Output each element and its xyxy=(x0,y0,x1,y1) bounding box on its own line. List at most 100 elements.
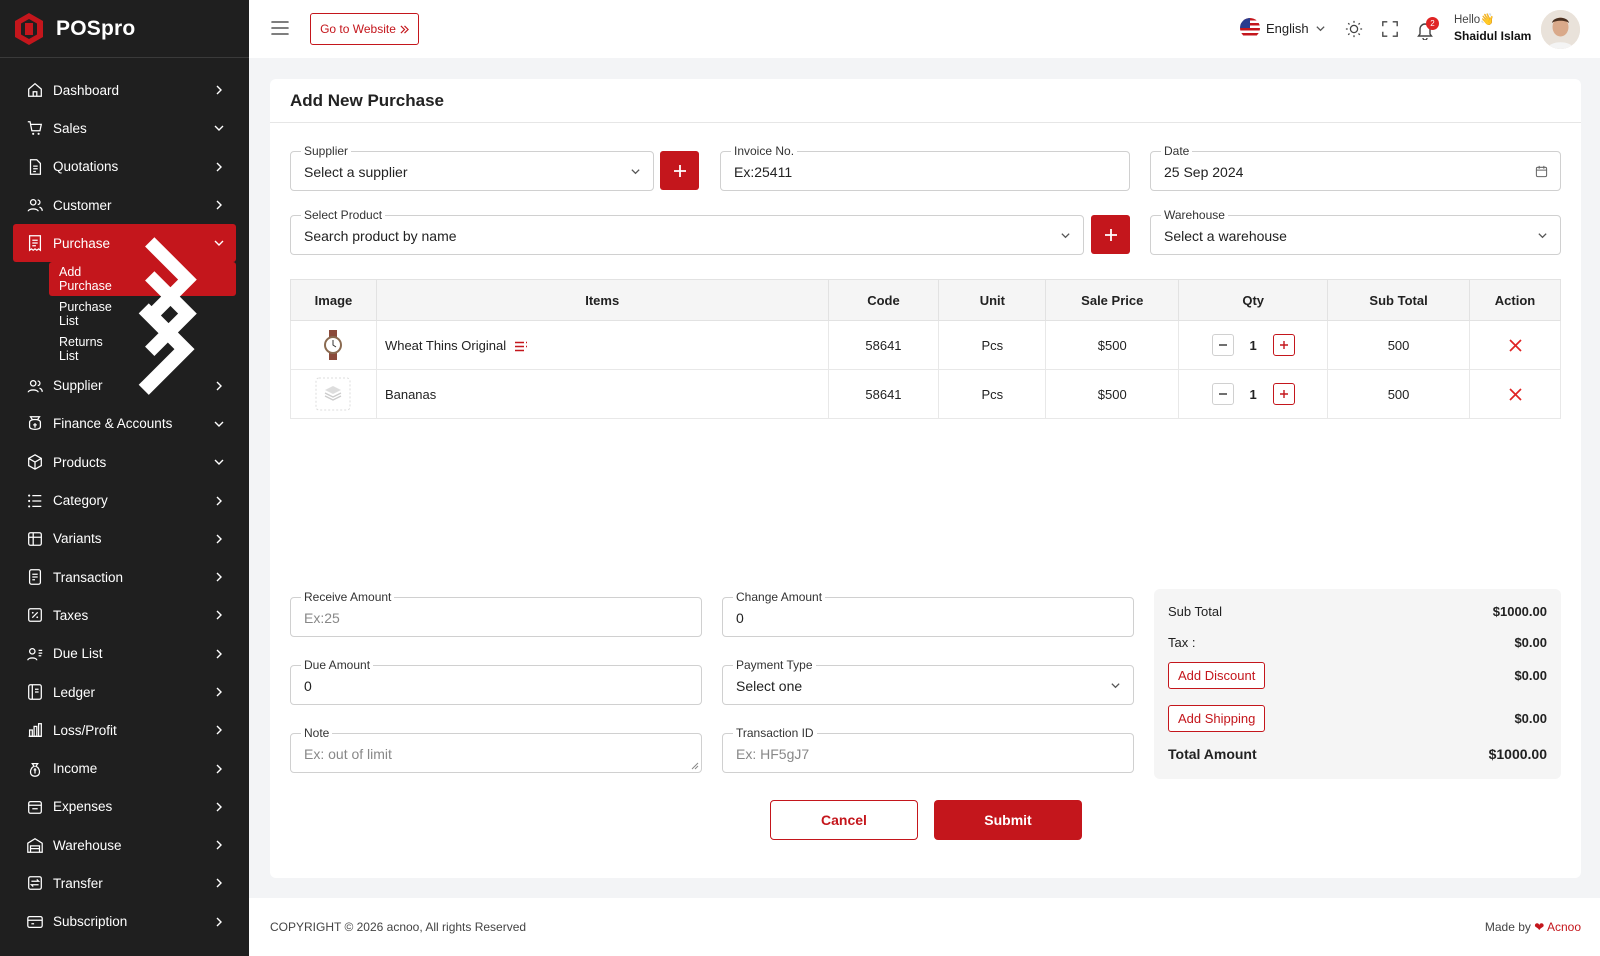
chevron-down-icon xyxy=(1061,233,1070,239)
receive-amount-field[interactable]: Receive Amount Ex:25 xyxy=(290,589,702,637)
item-name-cell: Wheat Thins Original xyxy=(375,320,829,370)
variants-icon xyxy=(28,531,42,546)
supplier-label: Supplier xyxy=(301,143,352,159)
brand-logo[interactable]: POSpro xyxy=(0,0,249,58)
sidebar-item-quotations[interactable]: Quotations xyxy=(0,148,249,186)
chevron-down-icon xyxy=(1538,233,1547,239)
unit-cell: Pcs xyxy=(938,320,1047,370)
col-sale-price: Sale Price xyxy=(1045,279,1180,321)
sidebar-item-transaction[interactable]: Transaction xyxy=(0,558,249,596)
add-purchase-card: Add New Purchase Supplier Select a suppl… xyxy=(270,79,1581,878)
sidebar-item-income[interactable]: Income xyxy=(0,749,249,787)
language-label: English xyxy=(1266,20,1309,36)
invoice-number-field[interactable]: Invoice No. Ex:25411 xyxy=(720,143,1130,191)
qty-value[interactable]: 1 xyxy=(1250,338,1257,353)
chart-icon xyxy=(28,723,42,738)
increase-qty-button[interactable] xyxy=(1272,334,1295,356)
payment-type-select[interactable]: Payment Type Select one xyxy=(722,657,1134,705)
note-textarea[interactable]: Note Ex: out of limit xyxy=(290,725,702,773)
decrease-qty-button[interactable] xyxy=(1211,334,1234,356)
user-greeting[interactable]: Hello👋 Shaidul Islam xyxy=(1454,12,1531,45)
sidebar-item-label: Category xyxy=(53,493,108,509)
table-row: Wheat Thins Original 58641 Pcs $500 1 50… xyxy=(290,320,1561,370)
expense-icon xyxy=(28,800,42,814)
minus-icon xyxy=(1218,393,1227,395)
cancel-button[interactable]: Cancel xyxy=(770,800,918,840)
fullscreen-icon[interactable] xyxy=(1381,20,1399,38)
sidebar-item-sales[interactable]: Sales xyxy=(0,109,249,147)
topbar: Go to Website English 2 Hello👋 Shaidul I… xyxy=(249,0,1600,58)
add-supplier-button[interactable] xyxy=(660,151,699,190)
remove-row-icon[interactable] xyxy=(1508,338,1522,352)
transaction-id-field[interactable]: Transaction ID Ex: HF5gJ7 xyxy=(722,725,1134,773)
resize-handle-icon[interactable] xyxy=(691,762,699,770)
chevron-right-icon xyxy=(216,534,222,544)
increase-qty-button[interactable] xyxy=(1272,383,1295,405)
decrease-qty-button[interactable] xyxy=(1211,383,1234,405)
sidebar-subitem-returns-list[interactable]: Returns List xyxy=(0,303,249,395)
sidebar-item-due-list[interactable]: Due List xyxy=(0,635,249,673)
sidebar-item-customer[interactable]: Customer xyxy=(0,186,249,224)
add-shipping-button[interactable]: Add Shipping xyxy=(1168,705,1266,732)
sidebar-item-subscription[interactable]: Subscription xyxy=(0,903,249,941)
subtotal-row: Sub Total $1000.00 xyxy=(1168,601,1547,621)
date-field[interactable]: Date 25 Sep 2024 xyxy=(1150,143,1561,191)
chevron-right-icon xyxy=(216,764,222,774)
receipt-icon xyxy=(28,235,42,252)
warehouse-select[interactable]: Warehouse Select a warehouse xyxy=(1150,207,1561,255)
qty-cell: 1 xyxy=(1178,320,1329,370)
company-link[interactable]: Acnoo xyxy=(1547,920,1581,934)
sidebar-item-warehouse[interactable]: Warehouse xyxy=(0,826,249,864)
add-discount-button[interactable]: Add Discount xyxy=(1168,662,1266,689)
due-amount-field[interactable]: Due Amount 0 xyxy=(290,657,702,705)
sidebar: POSpro Dashboard Sales Quotations Custom… xyxy=(0,0,249,956)
list-icon xyxy=(28,494,42,507)
sidebar-item-expenses[interactable]: Expenses xyxy=(0,788,249,826)
go-to-website-label: Go to Website xyxy=(320,22,396,36)
sidebar-item-products[interactable]: Products xyxy=(0,443,249,481)
language-selector[interactable]: English xyxy=(1240,18,1326,38)
sidebar-item-label: Transfer xyxy=(53,875,103,891)
sidebar-item-transfer[interactable]: Transfer xyxy=(0,864,249,902)
subscription-icon xyxy=(27,915,43,928)
avatar[interactable] xyxy=(1541,10,1580,49)
user-avatar-image xyxy=(1541,10,1580,49)
go-to-website-button[interactable]: Go to Website xyxy=(310,13,419,45)
product-value: Search product by name xyxy=(304,228,457,244)
sidebar-item-label: Products xyxy=(53,454,107,470)
transfer-icon xyxy=(28,876,42,891)
change-amount-field[interactable]: Change Amount 0 xyxy=(722,589,1134,637)
add-product-button[interactable] xyxy=(1091,215,1130,254)
due-amount-value: 0 xyxy=(304,678,312,694)
product-image-cell xyxy=(290,369,377,419)
subtotal-value: $1000.00 xyxy=(1492,603,1547,619)
date-value: 25 Sep 2024 xyxy=(1164,164,1244,180)
plus-icon xyxy=(1279,390,1288,398)
transaction-icon xyxy=(28,569,42,585)
hamburger-menu-icon[interactable] xyxy=(270,20,290,36)
chevron-down-icon xyxy=(214,125,224,132)
sun-theme-icon[interactable] xyxy=(1345,20,1363,38)
action-cell xyxy=(1469,320,1561,370)
watch-product-image xyxy=(324,330,343,360)
sidebar-item-loss-profit[interactable]: Loss/Profit xyxy=(0,711,249,749)
qty-value[interactable]: 1 xyxy=(1250,387,1257,402)
chevron-right-icon xyxy=(216,878,222,888)
item-details-list-icon[interactable] xyxy=(514,341,528,352)
sidebar-item-taxes[interactable]: Taxes xyxy=(0,596,249,634)
col-qty: Qty xyxy=(1178,279,1329,321)
cart-icon xyxy=(27,121,43,136)
money-bag-icon xyxy=(29,762,41,777)
supplier-select[interactable]: Supplier Select a supplier xyxy=(290,143,654,191)
remove-row-icon[interactable] xyxy=(1508,387,1522,401)
sidebar-item-variants[interactable]: Variants xyxy=(0,520,249,558)
users-icon xyxy=(27,379,43,393)
calendar-icon[interactable] xyxy=(1535,165,1548,178)
product-search-select[interactable]: Select Product Search product by name xyxy=(290,207,1084,255)
sidebar-item-finance-accounts[interactable]: Finance & Accounts xyxy=(0,405,249,443)
sidebar-item-ledger[interactable]: Ledger xyxy=(0,673,249,711)
chevron-right-icon xyxy=(216,85,222,95)
submit-button[interactable]: Submit xyxy=(934,800,1082,840)
sidebar-item-dashboard[interactable]: Dashboard xyxy=(0,71,249,109)
sidebar-item-category[interactable]: Category xyxy=(0,481,249,519)
